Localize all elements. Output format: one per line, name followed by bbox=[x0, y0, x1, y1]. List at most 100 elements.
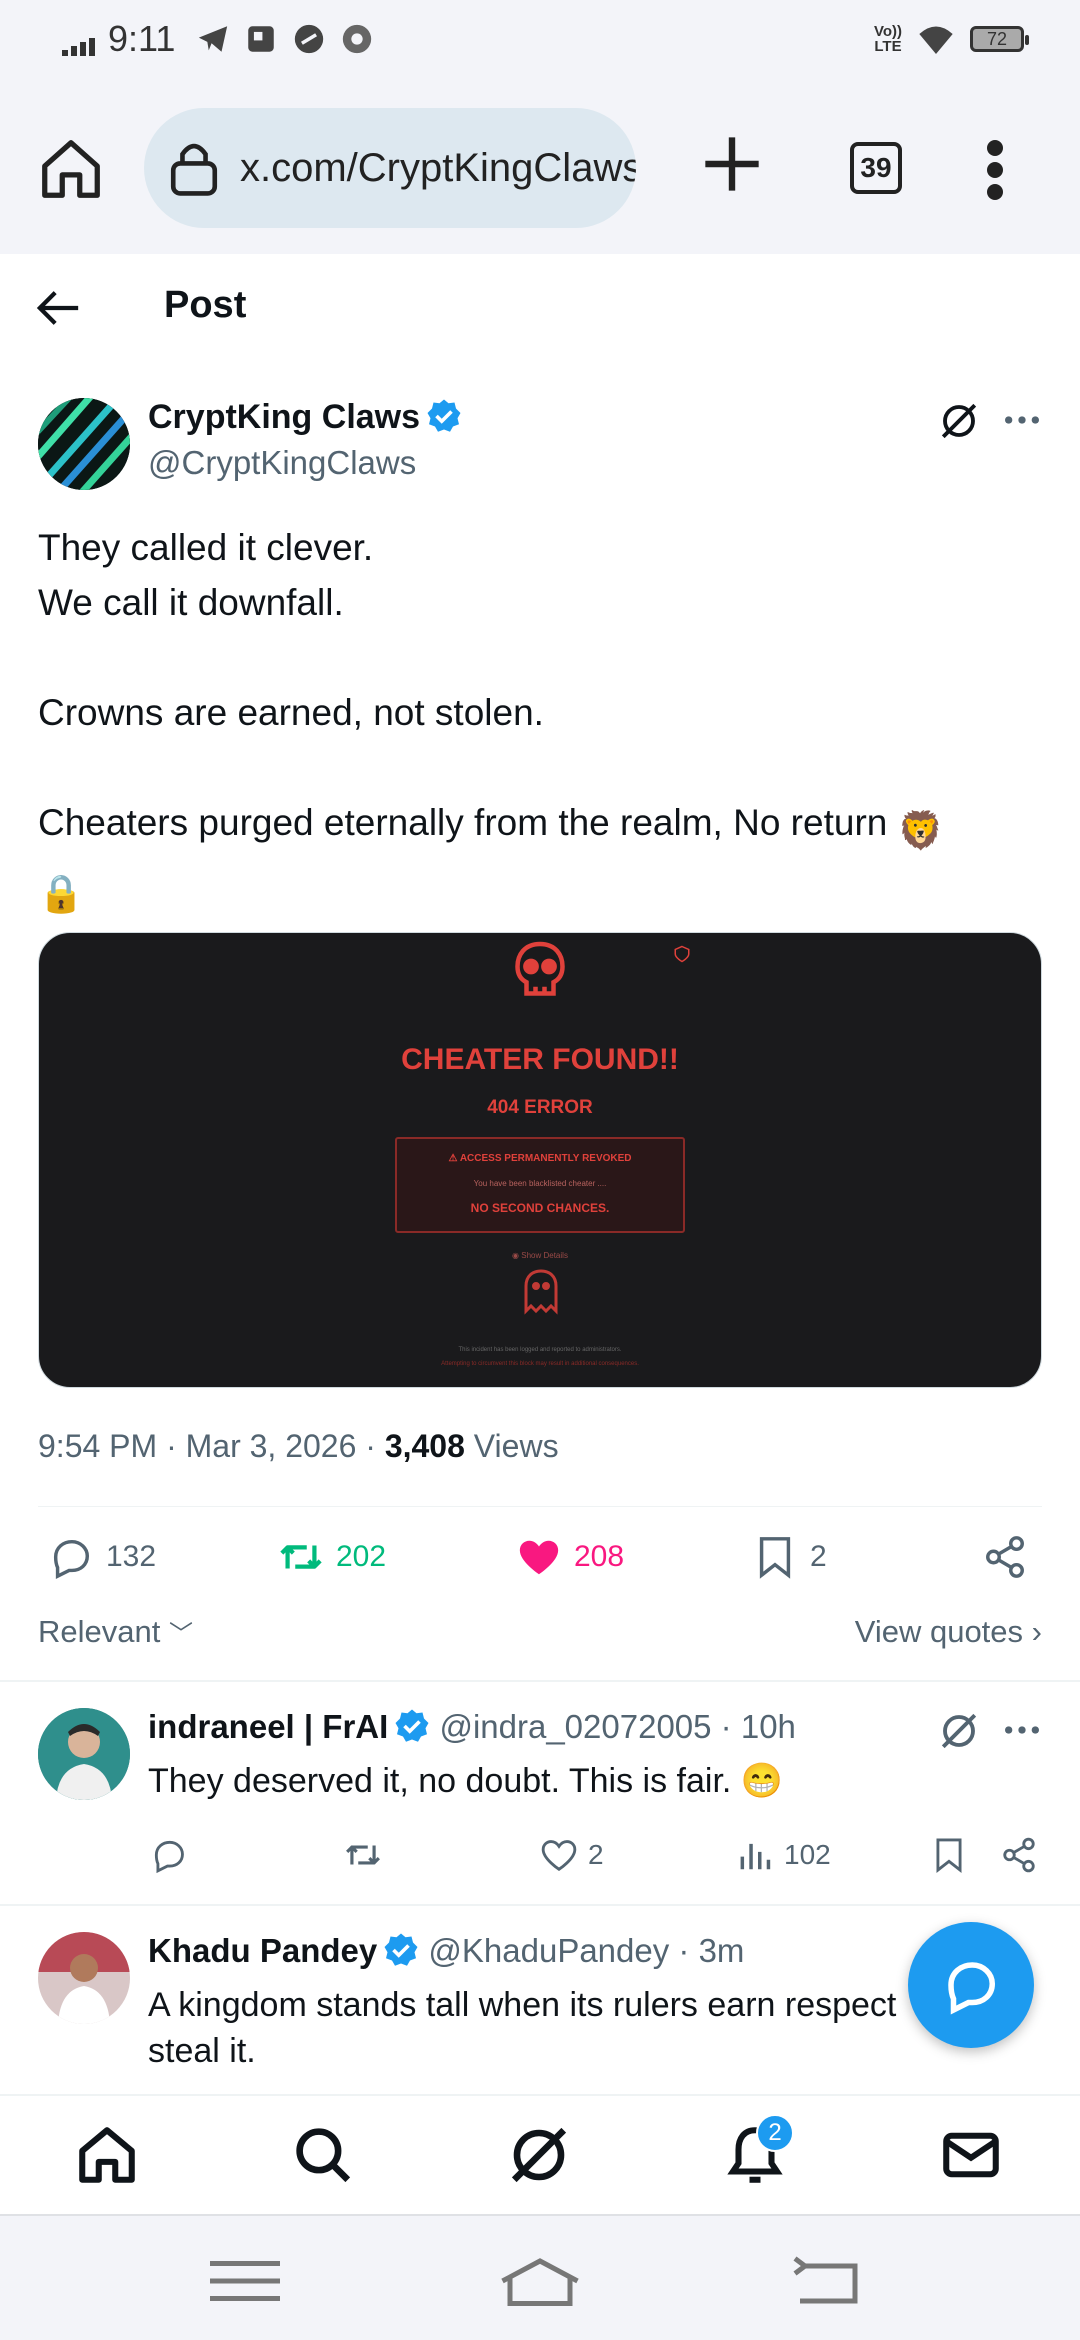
author-handle[interactable]: @CryptKingClaws bbox=[148, 444, 416, 482]
address-bar[interactable]: x.com/CryptKingClaws bbox=[144, 108, 636, 228]
cheater-title: CHEATER FOUND!! bbox=[401, 1043, 679, 1076]
bookmark-button[interactable] bbox=[930, 1836, 968, 1874]
tab-switcher-button[interactable]: 39 bbox=[850, 142, 902, 194]
views-button[interactable]: 102 bbox=[736, 1836, 831, 1874]
reply-button[interactable] bbox=[150, 1836, 188, 1874]
volte-indicator: Vo)) LTE bbox=[873, 23, 902, 55]
post-line bbox=[38, 740, 1048, 795]
bottom-nav: 2 bbox=[0, 2094, 1080, 2214]
shield-icon bbox=[674, 945, 690, 963]
like-count: 208 bbox=[574, 1540, 625, 1573]
telegram-icon bbox=[198, 26, 228, 52]
reply-author-name[interactable]: Khadu Pandey bbox=[148, 1932, 377, 1969]
reply-avatar[interactable] bbox=[38, 1708, 130, 1800]
repost-button[interactable]: 202 bbox=[278, 1534, 386, 1580]
reply-icon bbox=[154, 1840, 184, 1874]
post-time: 9:54 PM bbox=[38, 1428, 158, 1464]
browser-home-icon[interactable] bbox=[36, 134, 106, 204]
system-nav-bar bbox=[0, 2214, 1080, 2340]
home-tab-icon[interactable] bbox=[74, 2122, 140, 2188]
battery-indicator: 72 bbox=[970, 26, 1029, 52]
like-button[interactable]: 2 bbox=[540, 1836, 604, 1874]
wifi-icon bbox=[919, 26, 953, 54]
view-quotes-label[interactable]: View quotes bbox=[855, 1614, 1023, 1649]
share-icon bbox=[1003, 1837, 1035, 1873]
post-line: 🔒 bbox=[38, 858, 1048, 921]
reply-avatar[interactable] bbox=[38, 1932, 130, 2024]
skull-icon bbox=[515, 941, 565, 996]
share-button[interactable] bbox=[982, 1534, 1028, 1580]
post-actions: 132 202 208 2 bbox=[0, 1534, 1080, 1594]
lock-icon[interactable] bbox=[166, 138, 222, 198]
view-quotes-link[interactable]: View quotes › bbox=[855, 1614, 1042, 1650]
show-details-text: Show Details bbox=[521, 1251, 568, 1260]
views-count: 102 bbox=[784, 1839, 831, 1870]
lock-emoji: 🔒 bbox=[38, 873, 85, 914]
status-bar: 9:11 Vo)) LTE 72 bbox=[0, 0, 1080, 84]
search-tab-icon[interactable] bbox=[290, 2122, 356, 2188]
messages-tab-icon[interactable] bbox=[938, 2122, 1004, 2188]
share-button[interactable] bbox=[1000, 1836, 1038, 1874]
chevron-right-icon: › bbox=[1031, 1614, 1042, 1649]
reply-header: Khadu Pandey @KhaduPandey · 3m bbox=[148, 1932, 744, 1970]
status-time: 9:11 bbox=[108, 18, 176, 59]
post-line-text: Cheaters purged eternally from the realm… bbox=[38, 802, 888, 843]
revoked-message: You have been blacklisted cheater .... bbox=[473, 1179, 607, 1188]
media-footer-warning: Attempting to circumvent this block may … bbox=[441, 1361, 639, 1367]
reply-time: 10h bbox=[740, 1708, 796, 1745]
reply-author-handle[interactable]: @KhaduPandey bbox=[428, 1932, 669, 1969]
post-date: Mar 3, 2026 bbox=[185, 1428, 357, 1464]
home-nav-icon[interactable] bbox=[495, 2256, 585, 2306]
revoked-title: ⚠ ACCESS PERMANENTLY REVOKED bbox=[448, 1153, 632, 1164]
browser-toolbar: x.com/CryptKingClaws 39 bbox=[0, 84, 1080, 254]
author-avatar[interactable] bbox=[38, 398, 130, 490]
post-image[interactable]: CHEATER FOUND!! 404 ERROR ⚠ ACCESS PERMA… bbox=[38, 932, 1042, 1388]
post-meta: 9:54 PM · Mar 3, 2026 · 3,408 Views bbox=[38, 1428, 559, 1464]
author-name[interactable]: CryptKing Claws bbox=[148, 398, 462, 437]
more-options-icon[interactable] bbox=[1002, 400, 1042, 440]
share-icon bbox=[986, 1536, 1024, 1578]
post-line: Cheaters purged eternally from the realm… bbox=[38, 795, 1048, 858]
notifications-badge: 2 bbox=[756, 2114, 794, 2152]
verified-badge-icon bbox=[384, 1933, 418, 1966]
ghost-icon bbox=[524, 1269, 558, 1315]
bookmark-button[interactable]: 2 bbox=[752, 1534, 827, 1580]
grok-tab-icon[interactable] bbox=[506, 2122, 572, 2188]
error-subtitle: 404 ERROR bbox=[487, 1097, 593, 1118]
revoked-warning: NO SECOND CHANCES. bbox=[470, 1201, 610, 1215]
reply-header: indraneel | FrAI @indra_02072005 · 10h bbox=[148, 1708, 796, 1746]
repost-count: 202 bbox=[336, 1540, 387, 1573]
reply-author-handle[interactable]: @indra_02072005 bbox=[439, 1708, 711, 1745]
grok-icon[interactable] bbox=[938, 400, 980, 442]
repost-icon bbox=[346, 1845, 380, 1865]
more-options-icon[interactable] bbox=[1002, 1710, 1042, 1750]
back-nav-icon[interactable] bbox=[780, 2256, 870, 2306]
views-label: Views bbox=[473, 1428, 559, 1464]
verified-badge-icon bbox=[427, 399, 461, 432]
like-count: 2 bbox=[588, 1839, 604, 1870]
browser-menu-icon[interactable] bbox=[980, 140, 1010, 200]
author-name-text[interactable]: CryptKing Claws bbox=[148, 398, 420, 436]
sort-label[interactable]: Relevant bbox=[38, 1614, 160, 1649]
grok-icon[interactable] bbox=[938, 1710, 980, 1752]
back-arrow-icon[interactable] bbox=[36, 288, 82, 328]
revoked-title-text: ACCESS PERMANENTLY REVOKED bbox=[459, 1153, 632, 1164]
reply-button[interactable]: 132 bbox=[48, 1534, 156, 1580]
reply-icon bbox=[53, 1539, 90, 1579]
lion-emoji: 🦁 bbox=[897, 810, 944, 851]
like-button[interactable]: 208 bbox=[516, 1534, 624, 1580]
page-title: Post bbox=[164, 284, 247, 326]
divider bbox=[38, 1506, 1042, 1507]
sort-dropdown[interactable]: Relevant ﹀ bbox=[38, 1614, 193, 1650]
signal-icon bbox=[62, 38, 95, 56]
reply-author-name[interactable]: indraneel | FrAI bbox=[148, 1708, 388, 1745]
menu-nav-icon[interactable] bbox=[200, 2256, 290, 2306]
new-tab-icon[interactable] bbox=[700, 132, 764, 196]
repost-button[interactable] bbox=[344, 1836, 382, 1874]
post-line: We call it downfall. bbox=[38, 582, 344, 623]
compose-reply-button[interactable] bbox=[908, 1922, 1034, 2048]
chevron-down-icon: ﹀ bbox=[168, 1621, 193, 1648]
heart-icon bbox=[519, 1540, 559, 1575]
url-text[interactable]: x.com/CryptKingClaws bbox=[240, 146, 636, 191]
revoked-box: ⚠ ACCESS PERMANENTLY REVOKED You have be… bbox=[395, 1137, 685, 1233]
